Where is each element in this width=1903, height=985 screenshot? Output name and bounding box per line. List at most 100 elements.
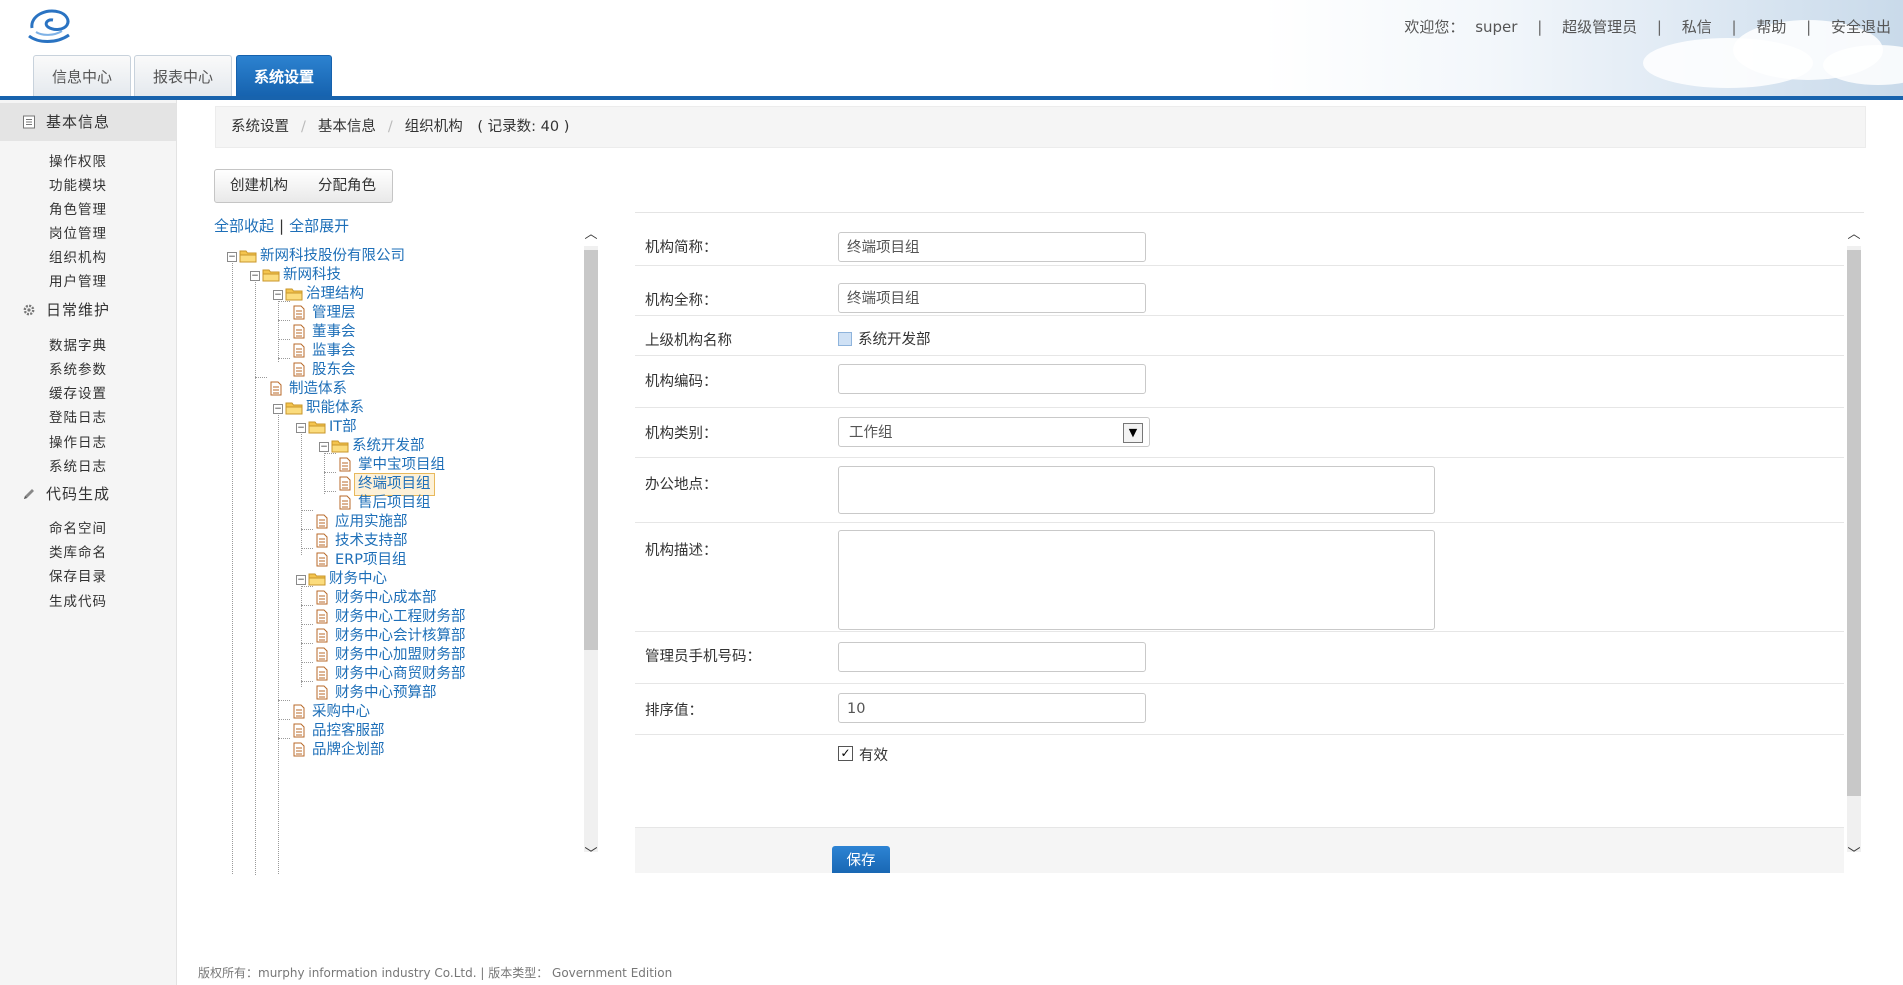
sidebar-item-organizations[interactable]: 组织机构 (49, 246, 107, 266)
scroll-down-icon[interactable]: ﹀ (1845, 846, 1863, 864)
sidebar-item-system-params[interactable]: 系统参数 (49, 358, 107, 378)
sidebar-item-roles[interactable]: 角色管理 (49, 198, 107, 218)
file-icon (293, 723, 305, 738)
org-type-label: 机构类别： (645, 426, 718, 442)
folder-open-icon (308, 573, 326, 586)
sidebar-item-users[interactable]: 用户管理 (49, 270, 107, 290)
record-count: ( 记录数: 40 ) (477, 119, 570, 135)
org-tree: − 新网科技股份有限公司 − 新网科技 − 治理结构 管理层 董事会 监事会 股… (214, 230, 600, 875)
valid-checkbox-label: 有效 (859, 748, 888, 764)
header: 欢迎您： super | 超级管理员 | 私信 | 帮助 | 安全退出 信息中心… (0, 0, 1903, 100)
folder-open-icon (285, 288, 303, 301)
collapse-toggle-icon[interactable]: − (296, 423, 306, 433)
full-name-input[interactable]: 终端项目组 (838, 283, 1146, 313)
breadcrumb-item[interactable]: 系统设置 (231, 107, 289, 147)
description-label: 机构描述： (645, 543, 718, 559)
collapse-toggle-icon[interactable]: − (273, 404, 283, 414)
role-link[interactable]: 超级管理员 (1562, 16, 1637, 37)
assign-role-button[interactable]: 分配角色 (302, 169, 393, 203)
file-icon (316, 533, 328, 548)
parent-org-label: 上级机构名称 (645, 333, 732, 349)
file-icon (316, 514, 328, 529)
scroll-thumb[interactable] (584, 250, 598, 650)
file-icon (270, 381, 282, 396)
collapse-toggle-icon[interactable]: − (227, 252, 237, 262)
header-divider (0, 96, 1903, 100)
sidebar-item-cache[interactable]: 缓存设置 (49, 382, 107, 402)
sidebar-group-label: 基本信息 (46, 113, 111, 131)
sidebar-group-label: 日常维护 (46, 301, 111, 319)
tab-info-center[interactable]: 信息中心 (33, 55, 131, 97)
sidebar-item-operation-log[interactable]: 操作日志 (49, 431, 107, 451)
copyright-footer: 版权所有：murphy information industry Co.Ltd.… (198, 966, 673, 980)
messages-link[interactable]: 私信 (1682, 16, 1712, 37)
tab-system-settings[interactable]: 系统设置 (236, 55, 332, 98)
org-code-label: 机构编码： (645, 374, 718, 390)
user-name: super (1475, 18, 1518, 36)
sidebar-item-modules[interactable]: 功能模块 (49, 174, 107, 194)
pencil-icon (24, 489, 34, 499)
form-footer: 保存 (635, 827, 1844, 873)
folder-open-icon (308, 421, 326, 434)
scroll-thumb[interactable] (1847, 250, 1861, 796)
office-location-label: 办公地点： (645, 477, 718, 493)
create-org-button[interactable]: 创建机构 (214, 169, 304, 203)
folder-open-icon (331, 440, 349, 453)
gear-icon (23, 304, 35, 316)
sidebar-item-save-dir[interactable]: 保存目录 (49, 565, 107, 585)
folder-open-icon (262, 269, 280, 282)
collapse-toggle-icon[interactable]: − (273, 290, 283, 300)
file-icon (339, 495, 351, 510)
collapse-toggle-icon[interactable]: − (296, 575, 306, 585)
file-icon (293, 362, 305, 377)
file-icon (293, 305, 305, 320)
sidebar-item-login-log[interactable]: 登陆日志 (49, 406, 107, 426)
valid-checkbox[interactable]: ✓ (838, 746, 853, 761)
save-button[interactable]: 保存 (832, 846, 890, 873)
breadcrumb-item[interactable]: 基本信息 (318, 107, 376, 147)
sidebar-item-system-log[interactable]: 系统日志 (49, 455, 107, 475)
short-name-input[interactable]: 终端项目组 (838, 232, 1146, 262)
org-form: 机构简称： 终端项目组 机构全称： 终端项目组 上级机构名称 系统开发部 机构编… (635, 212, 1864, 873)
logo-icon (28, 9, 70, 43)
admin-phone-input[interactable] (838, 642, 1146, 672)
sidebar-group-codegen[interactable]: 代码生成 (0, 475, 176, 513)
scroll-up-icon[interactable]: ︿ (582, 226, 600, 244)
scroll-down-icon[interactable]: ﹀ (582, 846, 600, 864)
chevron-down-icon: ▼ (1123, 423, 1143, 443)
sidebar-item-dictionary[interactable]: 数据字典 (49, 334, 107, 354)
tree-scrollbar[interactable]: ︿ ﹀ (582, 226, 600, 872)
form-scrollbar[interactable]: ︿ ﹀ (1845, 226, 1863, 872)
folder-open-icon (239, 250, 257, 263)
collapse-toggle-icon[interactable]: − (319, 442, 329, 452)
breadcrumb-current: 组织机构 (404, 119, 463, 135)
org-type-select[interactable]: 工作组 ▼ (838, 417, 1150, 447)
full-name-label: 机构全称： (645, 293, 718, 309)
sidebar-item-class-naming[interactable]: 类库命名 (49, 541, 107, 561)
help-link[interactable]: 帮助 (1756, 16, 1786, 37)
tab-report-center[interactable]: 报表中心 (134, 55, 232, 97)
description-textarea[interactable] (838, 530, 1435, 630)
file-icon (316, 647, 328, 662)
file-icon (316, 685, 328, 700)
collapse-toggle-icon[interactable]: − (250, 271, 260, 281)
sidebar-item-generate-code[interactable]: 生成代码 (49, 590, 107, 610)
logout-link[interactable]: 安全退出 (1831, 16, 1891, 37)
parent-org-value[interactable]: 系统开发部 (838, 328, 931, 349)
sidebar-group-maintenance[interactable]: 日常维护 (0, 291, 176, 329)
scroll-up-icon[interactable]: ︿ (1845, 226, 1863, 244)
file-icon (293, 324, 305, 339)
org-code-input[interactable] (838, 364, 1146, 394)
header-sky-background (1263, 0, 1903, 96)
sidebar-item-permissions[interactable]: 操作权限 (49, 150, 107, 170)
sidebar-group-label: 代码生成 (46, 485, 111, 503)
sidebar-group-basic-info[interactable]: 基本信息 (0, 103, 176, 141)
sort-value-input[interactable]: 10 (838, 693, 1146, 723)
office-location-input[interactable] (838, 466, 1435, 514)
welcome-text: 欢迎您： (1404, 18, 1465, 36)
sort-value-label: 排序值： (645, 703, 703, 719)
sidebar-item-positions[interactable]: 岗位管理 (49, 222, 107, 242)
file-icon (293, 343, 305, 358)
sidebar-item-namespace[interactable]: 命名空间 (49, 517, 107, 537)
file-icon (293, 742, 305, 757)
